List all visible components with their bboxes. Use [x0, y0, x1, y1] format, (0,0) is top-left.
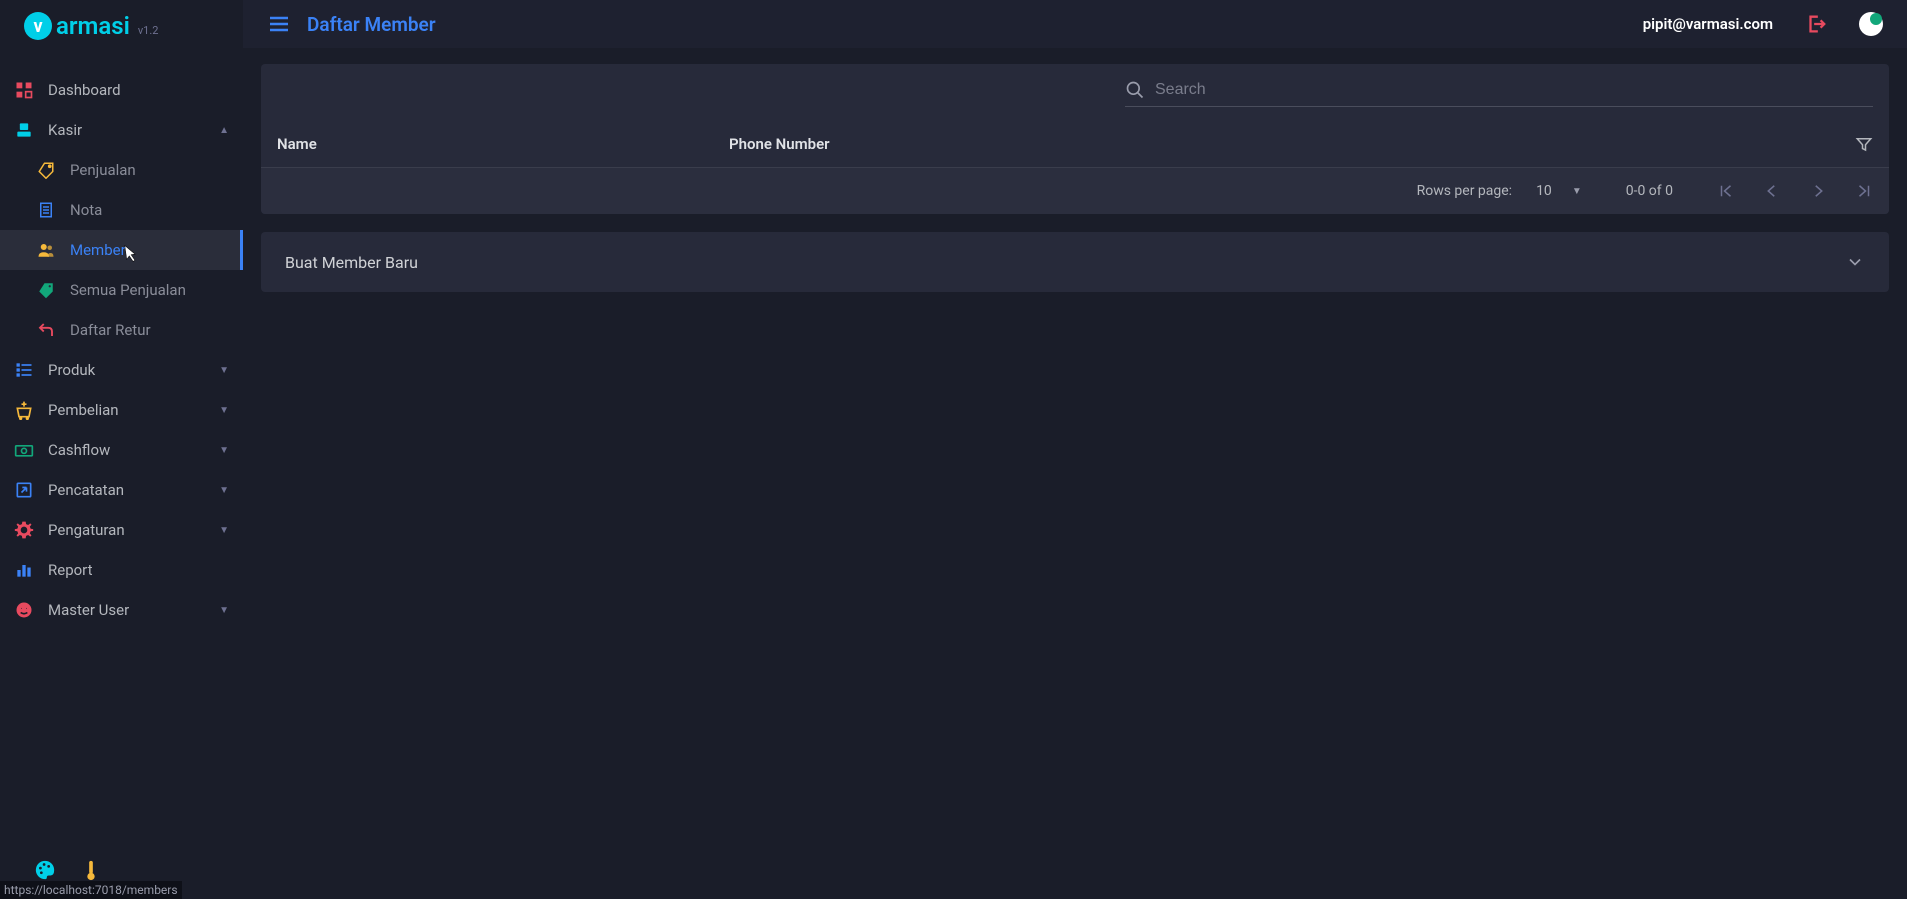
sidebar-item-cashflow[interactable]: Cashflow ▼: [0, 430, 243, 470]
chevron-down-icon: [1845, 252, 1865, 272]
sidebar-item-produk[interactable]: Produk ▼: [0, 350, 243, 390]
palette-icon[interactable]: [34, 859, 56, 881]
sidebar-item-nota[interactable]: Nota: [0, 190, 243, 230]
chevron-down-icon: ▼: [219, 485, 229, 496]
label: Pengaturan: [48, 521, 125, 539]
label: Daftar Retur: [70, 321, 151, 339]
brand-version: v1.2: [138, 24, 159, 37]
rows-value: 10: [1536, 183, 1552, 199]
search-row: [261, 64, 1889, 107]
menu-toggle[interactable]: [267, 12, 291, 36]
sidebar: v armasi v1.2 Dashboard Kasir ▲ Penjuala…: [0, 0, 243, 899]
topbar-right: pipit@varmasi.com: [1643, 12, 1883, 36]
last-page-button[interactable]: [1855, 182, 1873, 200]
search-icon: [1125, 80, 1145, 100]
chevron-down-icon: ▼: [219, 445, 229, 456]
label: Dashboard: [48, 81, 121, 99]
sidebar-item-penjualan[interactable]: Penjualan: [0, 150, 243, 190]
sidebar-item-pencatatan[interactable]: Pencatatan ▼: [0, 470, 243, 510]
cash-icon: [14, 440, 34, 460]
sidebar-item-daftar-retur[interactable]: Daftar Retur: [0, 310, 243, 350]
label: Pencatatan: [48, 481, 124, 499]
label: Penjualan: [70, 161, 136, 179]
cart-plus-icon: [14, 400, 34, 420]
table-footer: Rows per page: 10 ▼ 0-0 of 0: [261, 168, 1889, 214]
label: Pembelian: [48, 401, 119, 419]
thermometer-icon[interactable]: [80, 859, 102, 881]
sidebar-item-member[interactable]: Member: [0, 230, 243, 270]
rows-per-page-label: Rows per page:: [1417, 183, 1512, 199]
return-icon: [36, 320, 56, 340]
chart-icon: [14, 560, 34, 580]
dashboard-icon: [14, 80, 34, 100]
label: Master User: [48, 601, 129, 619]
brand-name: armasi: [56, 12, 130, 40]
label: Kasir: [48, 121, 82, 139]
label: Semua Penjualan: [70, 281, 186, 299]
prev-page-button[interactable]: [1763, 182, 1781, 200]
col-phone[interactable]: Phone Number: [729, 135, 1855, 153]
search-field[interactable]: [1125, 80, 1873, 107]
tag-icon: [36, 160, 56, 180]
pagination-range: 0-0 of 0: [1626, 183, 1673, 199]
label: Produk: [48, 361, 95, 379]
export-icon: [14, 480, 34, 500]
avatar[interactable]: [1859, 12, 1883, 36]
search-input[interactable]: [1155, 81, 1873, 99]
brand-icon: v: [24, 12, 52, 40]
label: Cashflow: [48, 441, 110, 459]
pagination-controls: [1717, 182, 1873, 200]
col-name[interactable]: Name: [277, 135, 729, 153]
globe-icon: [14, 600, 34, 620]
label: Nota: [70, 201, 102, 219]
filter-button[interactable]: [1855, 135, 1873, 153]
create-member-panel[interactable]: Buat Member Baru: [261, 232, 1889, 292]
label: Report: [48, 561, 93, 579]
sidebar-item-pengaturan[interactable]: Pengaturan ▼: [0, 510, 243, 550]
sidebar-item-dashboard[interactable]: Dashboard: [0, 70, 243, 110]
chevron-down-icon: ▼: [219, 405, 229, 416]
tag-fill-icon: [36, 280, 56, 300]
sidebar-item-kasir[interactable]: Kasir ▲: [0, 110, 243, 150]
chevron-down-icon: ▼: [1572, 186, 1582, 197]
next-page-button[interactable]: [1809, 182, 1827, 200]
create-member-title: Buat Member Baru: [285, 253, 418, 272]
sidebar-item-pembelian[interactable]: Pembelian ▼: [0, 390, 243, 430]
chevron-up-icon: ▲: [219, 125, 229, 136]
gear-icon: [14, 520, 34, 540]
user-email: pipit@varmasi.com: [1643, 15, 1773, 33]
label: Member: [70, 241, 126, 259]
sidebar-item-report[interactable]: Report: [0, 550, 243, 590]
page-title: Daftar Member: [307, 13, 436, 36]
logout-button[interactable]: [1805, 13, 1827, 35]
members-icon: [36, 240, 56, 260]
brand: v armasi v1.2: [0, 0, 243, 52]
main-content: Name Phone Number Rows per page: 10 ▼ 0-…: [243, 48, 1907, 899]
receipt-icon: [36, 200, 56, 220]
cash-register-icon: [14, 120, 34, 140]
sidebar-item-master-user[interactable]: Master User ▼: [0, 590, 243, 630]
chevron-down-icon: ▼: [219, 605, 229, 616]
chevron-down-icon: ▼: [219, 365, 229, 376]
list-icon: [14, 360, 34, 380]
table-header: Name Phone Number: [261, 107, 1889, 168]
topbar: Daftar Member pipit@varmasi.com: [243, 0, 1907, 48]
sidebar-nav: Dashboard Kasir ▲ Penjualan Nota M: [0, 70, 243, 841]
rows-per-page-select[interactable]: 10 ▼: [1536, 183, 1582, 199]
status-bar-url: https://localhost:7018/members: [0, 881, 182, 899]
chevron-down-icon: ▼: [219, 525, 229, 536]
first-page-button[interactable]: [1717, 182, 1735, 200]
member-table-card: Name Phone Number Rows per page: 10 ▼ 0-…: [261, 64, 1889, 214]
sidebar-item-semua-penjualan[interactable]: Semua Penjualan: [0, 270, 243, 310]
